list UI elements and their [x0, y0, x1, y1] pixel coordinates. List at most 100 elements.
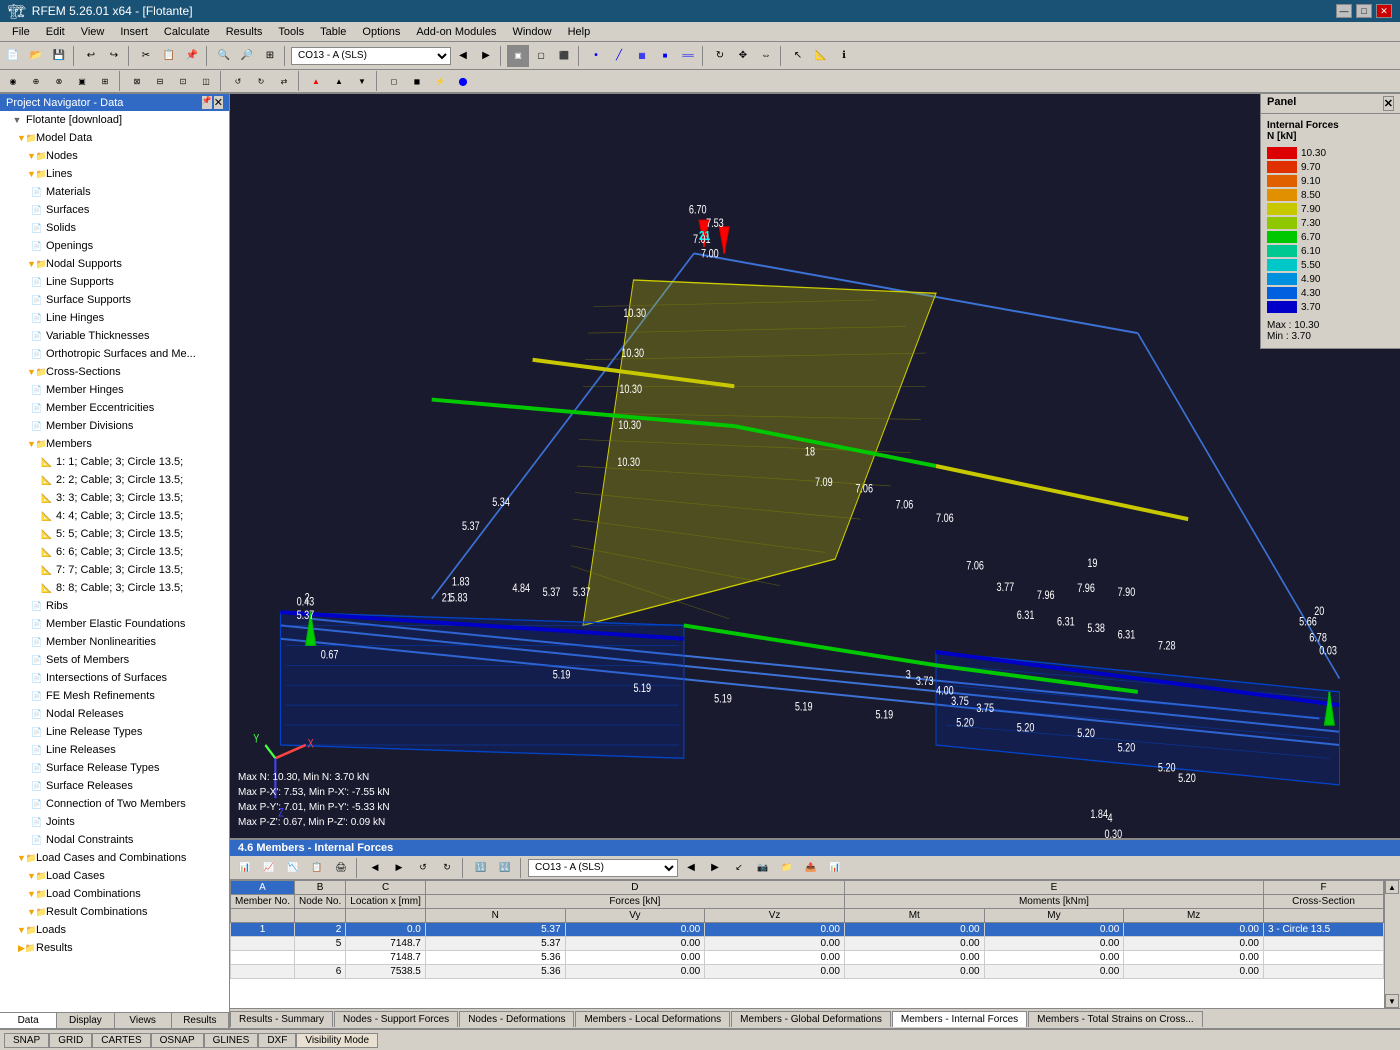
tb2-9[interactable]: ◫: [195, 70, 217, 92]
tree-item-surface-releases[interactable]: 📄Surface Releases: [0, 777, 229, 795]
menu-window[interactable]: Window: [504, 24, 559, 40]
tree-item-1:-1;-cable;-3;-circle-13.5;[interactable]: 📐1: 1; Cable; 3; Circle 13.5;: [0, 453, 229, 471]
nav-close[interactable]: ✕: [214, 96, 223, 109]
menu-results[interactable]: Results: [218, 24, 271, 40]
tree-item-flotante-[download][interactable]: ▼Flotante [download]: [0, 111, 229, 129]
tb2-16[interactable]: ◻: [383, 70, 405, 92]
bottom-tab-5[interactable]: Members - Internal Forces: [892, 1011, 1027, 1027]
nav-tab-display[interactable]: Display: [57, 1013, 114, 1028]
scroll-up[interactable]: ▲: [1385, 880, 1399, 894]
tree-item-materials[interactable]: 📄Materials: [0, 183, 229, 201]
tree-item-members[interactable]: ▼📁Members: [0, 435, 229, 453]
lt-btn8[interactable]: ↺: [412, 857, 434, 879]
scroll-down[interactable]: ▼: [1385, 994, 1399, 1008]
tb-redo[interactable]: ↪: [103, 45, 125, 67]
tb2-19[interactable]: ⬤: [452, 70, 474, 92]
tree-item-line-hinges[interactable]: 📄Line Hinges: [0, 309, 229, 327]
tree-item-line-supports[interactable]: 📄Line Supports: [0, 273, 229, 291]
tb-zoom-in[interactable]: 🔍: [213, 45, 235, 67]
tree-item-nodal-supports[interactable]: ▼📁Nodal Supports: [0, 255, 229, 273]
lt-btn11[interactable]: 🔣: [494, 857, 516, 879]
table-row[interactable]: 7148.75.360.000.000.000.000.00: [231, 951, 1384, 965]
menu-file[interactable]: File: [4, 24, 38, 40]
tb2-3[interactable]: ⊗: [48, 70, 70, 92]
tree-item-6:-6;-cable;-3;-circle-13.5;[interactable]: 📐6: 6; Cable; 3; Circle 13.5;: [0, 543, 229, 561]
tb-select[interactable]: ↖: [787, 45, 809, 67]
menu-view[interactable]: View: [73, 24, 113, 40]
lt-nav-next[interactable]: ▶: [704, 857, 726, 879]
tb2-7[interactable]: ⊟: [149, 70, 171, 92]
lt-btn16[interactable]: 📊: [824, 857, 846, 879]
tree-item-surfaces[interactable]: 📄Surfaces: [0, 201, 229, 219]
tb-zoom-out[interactable]: 🔎: [236, 45, 258, 67]
status-osnap[interactable]: OSNAP: [151, 1033, 204, 1048]
tree-item-8:-8;-cable;-3;-circle-13.5;[interactable]: 📐8: 8; Cable; 3; Circle 13.5;: [0, 579, 229, 597]
tb2-18[interactable]: ⚡: [429, 70, 451, 92]
status-snap[interactable]: SNAP: [4, 1033, 49, 1048]
tb-line[interactable]: ╱: [608, 45, 630, 67]
status-cartes[interactable]: CARTES: [92, 1033, 150, 1048]
table-row[interactable]: 67538.55.360.000.000.000.000.00: [231, 965, 1384, 979]
menu-help[interactable]: Help: [560, 24, 599, 40]
lt-nav-prev[interactable]: ◀: [680, 857, 702, 879]
menu-insert[interactable]: Insert: [112, 24, 156, 40]
tb-surf[interactable]: ▦: [631, 45, 653, 67]
load-combo-select[interactable]: CO13 - A (SLS): [291, 47, 451, 65]
bottom-tab-4[interactable]: Members - Global Deformations: [731, 1011, 891, 1027]
tree-item-load-cases-and-combinations[interactable]: ▼📁Load Cases and Combinations: [0, 849, 229, 867]
menu-tools[interactable]: Tools: [270, 24, 312, 40]
status-dxf[interactable]: DXF: [258, 1033, 296, 1048]
tb-move[interactable]: ✥: [732, 45, 754, 67]
lt-btn5[interactable]: 🖨: [330, 857, 352, 879]
lt-btn14[interactable]: 📁: [776, 857, 798, 879]
table-row[interactable]: 57148.75.370.000.000.000.000.00: [231, 937, 1384, 951]
tb2-8[interactable]: ⊡: [172, 70, 194, 92]
tb2-1[interactable]: ◉: [2, 70, 24, 92]
tb-next[interactable]: ▶: [475, 45, 497, 67]
tree-item-member-hinges[interactable]: 📄Member Hinges: [0, 381, 229, 399]
tree-item-2:-2;-cable;-3;-circle-13.5;[interactable]: 📐2: 2; Cable; 3; Circle 13.5;: [0, 471, 229, 489]
tree-item-5:-5;-cable;-3;-circle-13.5;[interactable]: 📐5: 5; Cable; 3; Circle 13.5;: [0, 525, 229, 543]
tb2-2[interactable]: ⊕: [25, 70, 47, 92]
tree-item-intersections-of-surfaces[interactable]: 📄Intersections of Surfaces: [0, 669, 229, 687]
viewport-3d[interactable]: Visibility mode - generated Internal For…: [230, 94, 1400, 838]
lt-btn1[interactable]: 📊: [234, 857, 256, 879]
nav-tab-results[interactable]: Results: [172, 1013, 229, 1028]
tb-paste[interactable]: 📌: [181, 45, 203, 67]
tb-copy[interactable]: 📋: [158, 45, 180, 67]
lt-btn12[interactable]: ↙: [728, 857, 750, 879]
tb2-13[interactable]: ▲: [305, 70, 327, 92]
tb-render1[interactable]: ▣: [507, 45, 529, 67]
lt-btn13[interactable]: 📷: [752, 857, 774, 879]
lower-combo-select[interactable]: CO13 - A (SLS): [528, 859, 678, 877]
tree-item-line-releases[interactable]: 📄Line Releases: [0, 741, 229, 759]
tree-item-surface-release-types[interactable]: 📄Surface Release Types: [0, 759, 229, 777]
status-glines[interactable]: GLINES: [204, 1033, 259, 1048]
tb2-12[interactable]: ⇄: [273, 70, 295, 92]
tb-solid[interactable]: ■: [654, 45, 676, 67]
tree-item-line-release-types[interactable]: 📄Line Release Types: [0, 723, 229, 741]
tb-undo[interactable]: ↩: [80, 45, 102, 67]
menu-calculate[interactable]: Calculate: [156, 24, 218, 40]
tb-zoom-all[interactable]: ⊞: [259, 45, 281, 67]
tb-measure[interactable]: 📐: [810, 45, 832, 67]
tb-prev[interactable]: ◀: [452, 45, 474, 67]
tree-item-nodal-constraints[interactable]: 📄Nodal Constraints: [0, 831, 229, 849]
tree-item-sets-of-members[interactable]: 📄Sets of Members: [0, 651, 229, 669]
bottom-tab-1[interactable]: Nodes - Support Forces: [334, 1011, 458, 1027]
tree-item-member-elastic-foundations[interactable]: 📄Member Elastic Foundations: [0, 615, 229, 633]
tb-new[interactable]: 📄: [2, 45, 24, 67]
tree-item-3:-3;-cable;-3;-circle-13.5;[interactable]: 📐3: 3; Cable; 3; Circle 13.5;: [0, 489, 229, 507]
menu-edit[interactable]: Edit: [38, 24, 73, 40]
tree-item-4:-4;-cable;-3;-circle-13.5;[interactable]: 📐4: 4; Cable; 3; Circle 13.5;: [0, 507, 229, 525]
bottom-tab-3[interactable]: Members - Local Deformations: [575, 1011, 730, 1027]
status-grid[interactable]: GRID: [49, 1033, 92, 1048]
tb-rotate[interactable]: ↻: [709, 45, 731, 67]
bottom-tab-0[interactable]: Results - Summary: [230, 1011, 333, 1027]
menu-options[interactable]: Options: [354, 24, 408, 40]
close-button[interactable]: ✕: [1376, 4, 1392, 18]
tb-open[interactable]: 📂: [25, 45, 47, 67]
tree-item-member-eccentricities[interactable]: 📄Member Eccentricities: [0, 399, 229, 417]
lt-btn10[interactable]: 🔢: [470, 857, 492, 879]
tree-item-member-nonlinearities[interactable]: 📄Member Nonlinearities: [0, 633, 229, 651]
